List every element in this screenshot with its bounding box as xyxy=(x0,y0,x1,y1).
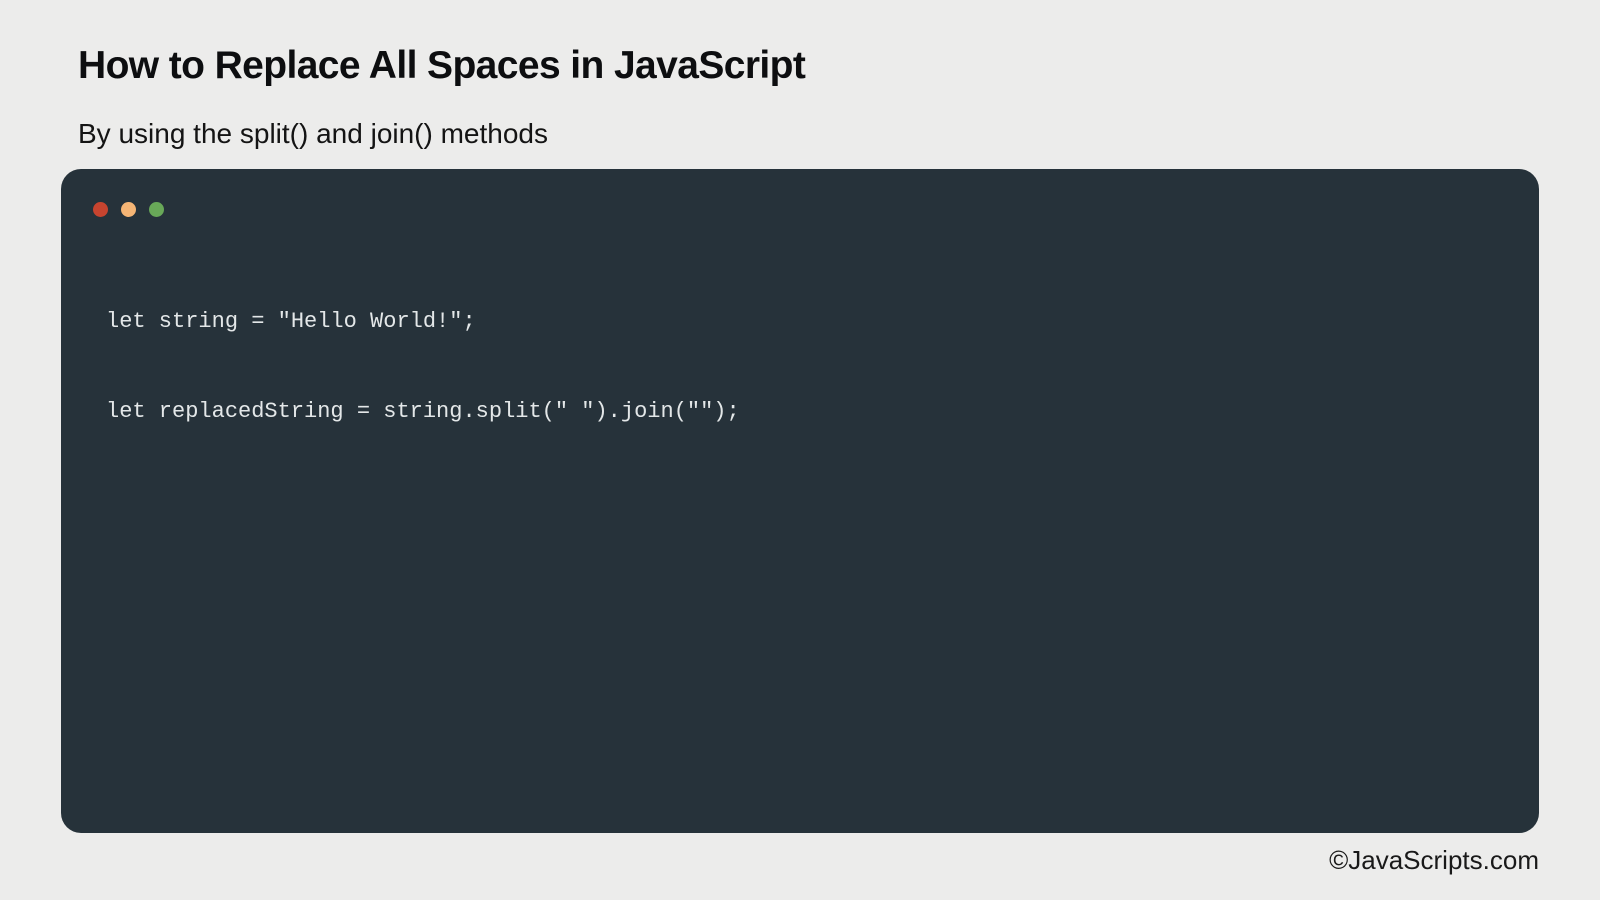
minimize-dot-icon xyxy=(121,202,136,217)
window-controls xyxy=(93,202,164,217)
code-line: let replacedString = string.split(" ").j… xyxy=(106,399,740,424)
code-area: let string = "Hello World!"; let replace… xyxy=(106,247,740,487)
zoom-dot-icon xyxy=(149,202,164,217)
page-title: How to Replace All Spaces in JavaScript xyxy=(78,44,806,87)
code-window: let string = "Hello World!"; let replace… xyxy=(61,169,1539,833)
code-line: let string = "Hello World!"; xyxy=(106,309,476,334)
close-dot-icon xyxy=(93,202,108,217)
page-subtitle: By using the split() and join() methods xyxy=(78,118,548,149)
footer-credit: ©JavaScripts.com xyxy=(1329,845,1539,875)
